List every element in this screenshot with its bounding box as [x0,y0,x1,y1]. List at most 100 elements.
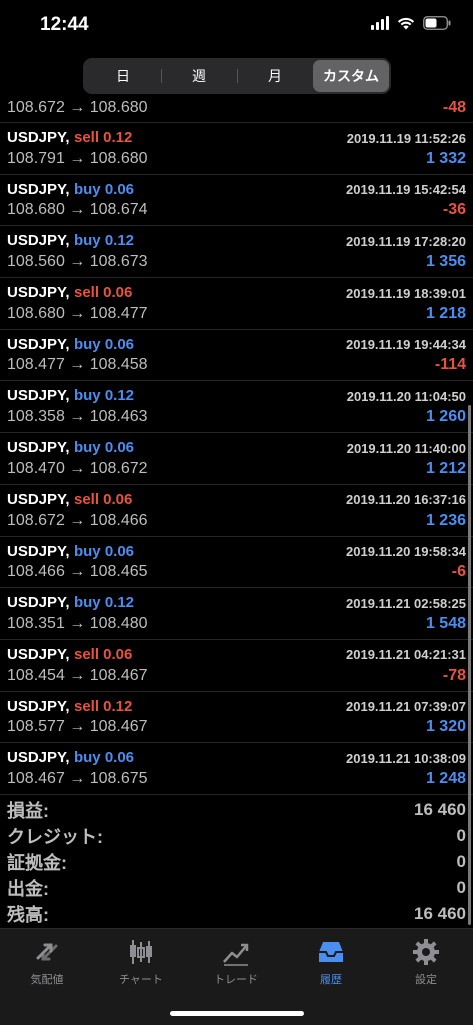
tab-quotes[interactable]: 気配値 [0,935,94,987]
trade-side: buy 0.06 [73,180,135,198]
trade-datetime: 2019.11.19 19:44:34 [346,337,466,353]
trade-side: sell 0.12 [73,129,133,146]
trade-symbol: USDJPY, [7,180,70,198]
trade-symbol: USDJPY, [7,232,70,250]
tab-trade[interactable]: トレード [189,935,283,987]
trade-symbol: USDJPY, [7,542,70,560]
segment-custom[interactable]: カスタム [313,60,389,92]
trade-datetime: 2019.11.19 18:39:01 [346,285,466,301]
trade-row[interactable]: USDJPY, sell 0.06 2019.11.19 18:39:01 108.… [0,278,473,330]
trade-title: USDJPY, buy 0.12 [7,387,134,405]
tab-chart[interactable]: チャート [94,935,188,987]
trade-title: USDJPY, sell 0.06 [7,491,132,509]
tab-label: トレード [214,974,258,986]
trade-symbol: USDJPY, [7,697,70,715]
trade-datetime: 2019.11.19 15:42:54 [346,182,466,198]
trade-title: USDJPY, buy 0.06 [7,336,134,354]
tab-label: 気配値 [30,974,64,986]
trade-profit: 1 248 [425,769,466,787]
summary-margin-row: 証拠金: 0 [0,849,473,875]
cellular-signal-icon [371,16,389,30]
trade-row[interactable]: USDJPY, sell 0.12 2019.11.19 11:52:26 108.… [0,123,473,175]
trade-history-list: 108.672 → 108.680 -48 USDJPY, sell 0.12 2… [0,96,473,795]
scrollbar[interactable] [468,405,471,925]
status-icons [371,16,451,30]
segment-month[interactable]: 月 [237,60,313,92]
trade-title: USDJPY, buy 0.06 [7,543,134,561]
trade-prices: 108.680 → 108.674 [7,201,148,219]
trade-row[interactable]: USDJPY, sell 0.06 2019.11.21 04:21:31 108.… [0,640,473,692]
summary-value: 0 [456,826,466,845]
tab-history[interactable]: 履歴 [284,935,378,987]
trade-datetime: 2019.11.20 19:58:34 [346,544,466,559]
trade-profit: 1 236 [425,511,466,529]
summary-profit-row: 損益: 16 460 [0,797,473,823]
tab-label: 履歴 [320,974,342,986]
wifi-icon [397,16,415,30]
trade-profit: 1 332 [425,149,466,167]
trade-title: USDJPY, sell 0.06 [7,284,132,302]
trade-prices: 108.560 → 108.673 [7,253,148,271]
trade-symbol: USDJPY, [7,594,70,612]
summary-value: 16 460 [414,904,466,923]
trade-profit: 1 212 [425,459,466,477]
trade-profit: 1 356 [425,253,466,271]
trade-profit: 1 320 [425,718,466,736]
trade-datetime: 2019.11.20 11:04:50 [346,388,466,404]
trade-datetime: 2019.11.21 02:58:25 [346,595,466,611]
tab-settings[interactable]: 設定 [379,935,473,987]
trade-side: buy 0.06 [73,439,135,457]
trade-side: sell 0.06 [73,490,133,508]
trade-prices: 108.680 → 108.477 [7,304,148,322]
trade-row[interactable]: USDJPY, buy 0.06 2019.11.21 10:38:09 108.4… [0,743,473,795]
summary-label: 損益: [7,801,49,821]
trade-profit: -36 [442,201,466,219]
segment-week[interactable]: 週 [161,60,237,92]
trade-side: buy 0.06 [73,335,135,353]
trade-symbol: USDJPY, [7,335,70,353]
segment-day[interactable]: 日 [85,60,161,92]
trade-prices: 108.454 → 108.467 [7,666,148,684]
trade-profit: 1 218 [425,304,466,322]
summary-label: 出金: [7,879,49,899]
trade-row[interactable]: USDJPY, buy 0.06 2019.11.20 19:58:34 108.4… [0,537,473,589]
trade-symbol: USDJPY, [7,387,70,405]
summary-label: 残高: [7,905,49,925]
summary-label: 証拠金: [7,853,67,873]
trade-symbol: USDJPY, [7,284,70,302]
trade-datetime: 2019.11.21 10:38:09 [346,750,466,766]
trade-profit: -78 [442,666,466,684]
trade-prices: 108.351 → 108.480 [7,614,148,632]
trade-datetime: 2019.11.19 17:28:20 [346,233,466,249]
home-indicator[interactable] [170,1011,304,1016]
trade-symbol: USDJPY, [7,129,70,146]
summary-credit-row: クレジット: 0 [0,823,473,849]
candlestick-chart-icon [94,935,188,969]
trade-row[interactable]: USDJPY, sell 0.12 2019.11.21 07:39:07 108.… [0,692,473,744]
trade-symbol: USDJPY, [7,439,70,457]
trade-row[interactable]: USDJPY, sell 0.06 2019.11.20 16:37:16 108.… [0,485,473,537]
trade-row[interactable]: 108.672 → 108.680 -48 [0,96,473,123]
summary-value: 16 460 [414,800,466,819]
trade-side: sell 0.12 [73,697,133,715]
summary-label: クレジット: [7,827,103,847]
trade-row[interactable]: USDJPY, buy 0.06 2019.11.20 11:40:00 108.4… [0,433,473,485]
trade-row[interactable]: USDJPY, buy 0.06 2019.11.19 15:42:54 108.6… [0,175,473,227]
trade-row[interactable]: USDJPY, buy 0.06 2019.11.19 19:44:34 108.4… [0,330,473,382]
trade-row[interactable]: USDJPY, buy 0.12 2019.11.21 02:58:25 108.3… [0,588,473,640]
trade-datetime: 2019.11.20 16:37:16 [346,492,466,508]
history-inbox-icon [284,935,378,969]
trade-prices: 108.577 → 108.467 [7,718,148,736]
summary-balance-row: 残高: 16 460 [0,901,473,927]
trade-row[interactable]: USDJPY, buy 0.12 2019.11.19 17:28:20 108.5… [0,226,473,279]
trade-title: USDJPY, buy 0.12 [7,594,134,612]
trade-symbol: USDJPY, [7,645,70,663]
trade-title: USDJPY, buy 0.06 [7,181,134,199]
trade-title: USDJPY, sell 0.12 [7,698,132,716]
trade-prices: 108.672 → 108.466 [7,511,148,529]
trade-side: buy 0.06 [73,542,135,560]
gear-icon [379,935,473,969]
trade-title: USDJPY, buy 0.06 [7,439,134,457]
trade-line-icon [189,935,283,969]
trade-row[interactable]: USDJPY, buy 0.12 2019.11.20 11:04:50 108.3… [0,381,473,434]
